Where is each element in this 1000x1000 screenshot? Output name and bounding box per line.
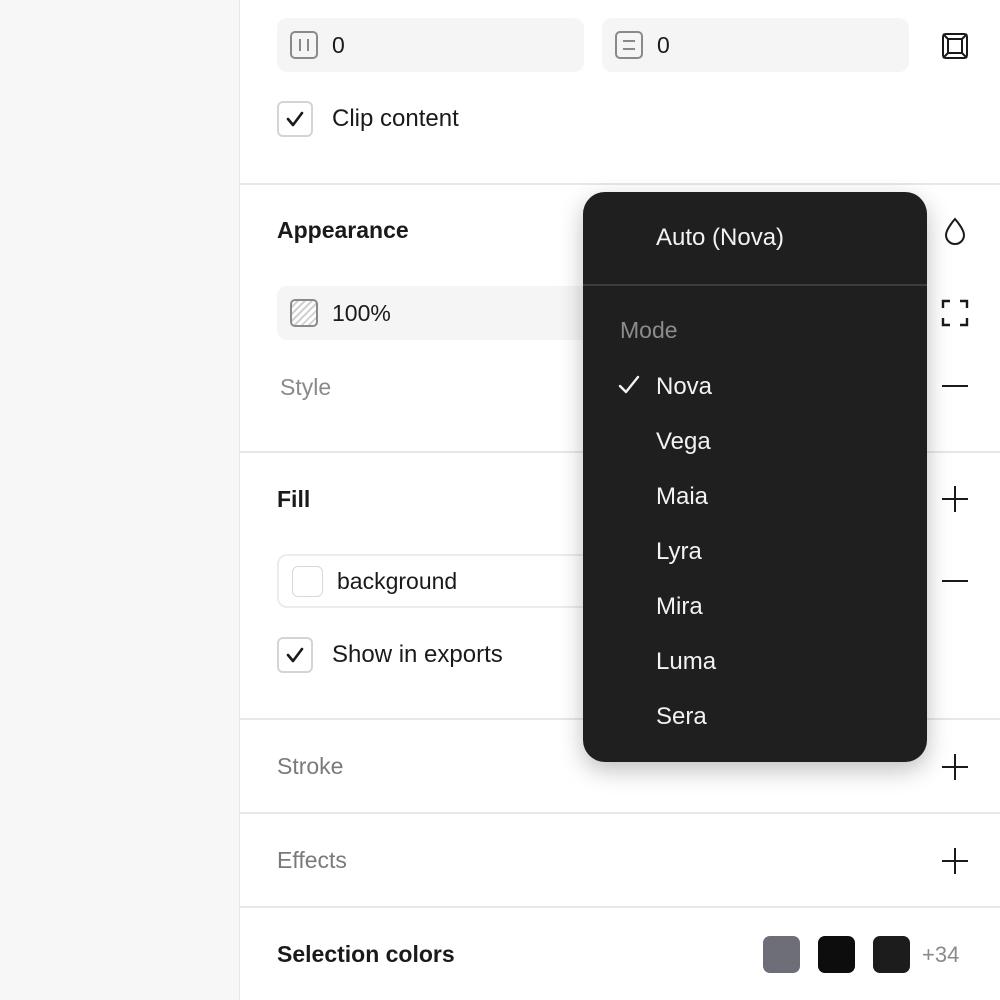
- plus-icon: [942, 848, 968, 874]
- menu-item-mira[interactable]: Mira: [656, 592, 703, 622]
- droplet-icon: [944, 217, 966, 245]
- effects-title: Effects: [277, 847, 347, 873]
- selection-color-swatch[interactable]: [818, 936, 855, 973]
- section-divider: [240, 183, 1000, 185]
- appearance-title: Appearance: [277, 217, 409, 243]
- menu-item-auto[interactable]: Auto (Nova): [656, 223, 784, 253]
- horizontal-padding-value: 0: [332, 31, 345, 58]
- padding-horizontal-icon: [290, 31, 318, 59]
- check-icon: [618, 375, 640, 394]
- section-divider: [240, 906, 1000, 908]
- individual-padding-button[interactable]: [935, 26, 975, 66]
- remove-fill-button[interactable]: [935, 561, 975, 601]
- clip-content-checkbox[interactable]: [277, 101, 313, 137]
- selection-color-swatch[interactable]: [873, 936, 910, 973]
- menu-item-nova[interactable]: Nova: [656, 372, 712, 402]
- menu-item-sera[interactable]: Sera: [656, 702, 707, 732]
- selection-color-swatch[interactable]: [763, 936, 800, 973]
- menu-separator: [583, 284, 927, 286]
- check-icon: [286, 647, 304, 663]
- opacity-value: 100%: [332, 299, 391, 326]
- corners-icon: [941, 299, 969, 327]
- stroke-title: Stroke: [277, 753, 344, 779]
- individual-padding-icon: [942, 33, 968, 59]
- menu-section-header: Mode: [620, 317, 678, 343]
- more-colors-count[interactable]: +34: [922, 942, 959, 968]
- selection-colors-title: Selection colors: [277, 941, 455, 967]
- plus-icon: [942, 754, 968, 780]
- show-in-exports-label: Show in exports: [332, 641, 503, 668]
- clip-content-label: Clip content: [332, 105, 459, 132]
- mode-dropdown-menu: Auto (Nova) Mode Nova Vega Maia Lyra Mir…: [583, 192, 927, 762]
- fill-title: Fill: [277, 486, 311, 512]
- vertical-padding-value: 0: [657, 31, 670, 58]
- horizontal-padding-field[interactable]: 0: [277, 18, 584, 72]
- check-icon: [286, 111, 304, 127]
- fill-variable-name: background: [337, 567, 458, 594]
- plus-icon: [942, 486, 968, 512]
- minus-icon: [942, 385, 968, 387]
- add-stroke-button[interactable]: [935, 747, 975, 787]
- padding-vertical-icon: [615, 31, 643, 59]
- opacity-icon: [290, 299, 318, 327]
- menu-item-luma[interactable]: Luma: [656, 647, 716, 677]
- visibility-bounds-button[interactable]: [935, 293, 975, 333]
- vertical-padding-field[interactable]: 0: [602, 18, 909, 72]
- add-effect-button[interactable]: [935, 841, 975, 881]
- blend-mode-button[interactable]: [935, 211, 975, 251]
- add-fill-button[interactable]: [935, 479, 975, 519]
- style-label: Style: [280, 374, 332, 400]
- minus-icon: [942, 580, 968, 582]
- fill-swatch: [292, 565, 323, 597]
- section-divider: [240, 812, 1000, 814]
- show-in-exports-checkbox[interactable]: [277, 637, 313, 673]
- remove-style-button[interactable]: [935, 366, 975, 406]
- menu-item-vega[interactable]: Vega: [656, 427, 711, 457]
- menu-item-lyra[interactable]: Lyra: [656, 537, 702, 567]
- menu-item-maia[interactable]: Maia: [656, 482, 708, 512]
